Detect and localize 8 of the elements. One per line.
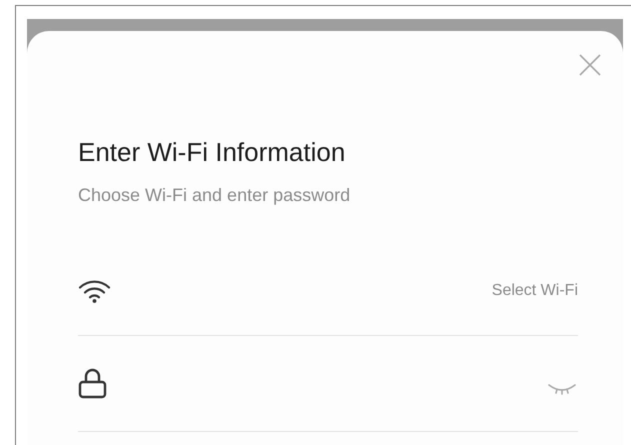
wifi-select-value: Select Wi-Fi (492, 282, 578, 300)
dialog-subtitle: Choose Wi-Fi and enter password (78, 184, 352, 206)
wifi-icon (78, 278, 111, 302)
eye-closed-icon[interactable] (548, 382, 576, 394)
close-icon[interactable] (579, 54, 601, 76)
wifi-select-row[interactable]: Select Wi-Fi (78, 242, 578, 336)
lock-icon (78, 368, 107, 399)
dialog-title: Enter Wi-Fi Information (78, 136, 346, 168)
